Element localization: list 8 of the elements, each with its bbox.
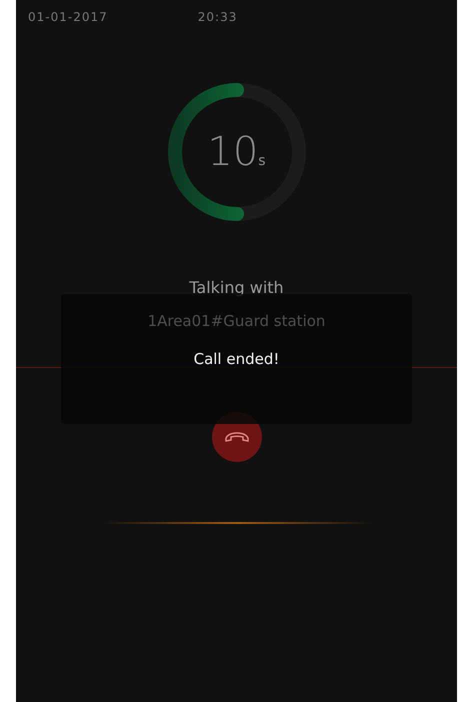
toast-message: Call ended! [194,348,280,370]
date-text: 01-01-2017 [28,9,108,26]
timer-value: 10 [207,128,258,177]
phone-icon [224,430,250,442]
caller-name: 1Area01#Guard station [146,311,326,332]
talking-caption: Talking with [188,277,285,299]
time-text: 20:33 [198,9,238,26]
timer-unit: s [258,152,266,171]
